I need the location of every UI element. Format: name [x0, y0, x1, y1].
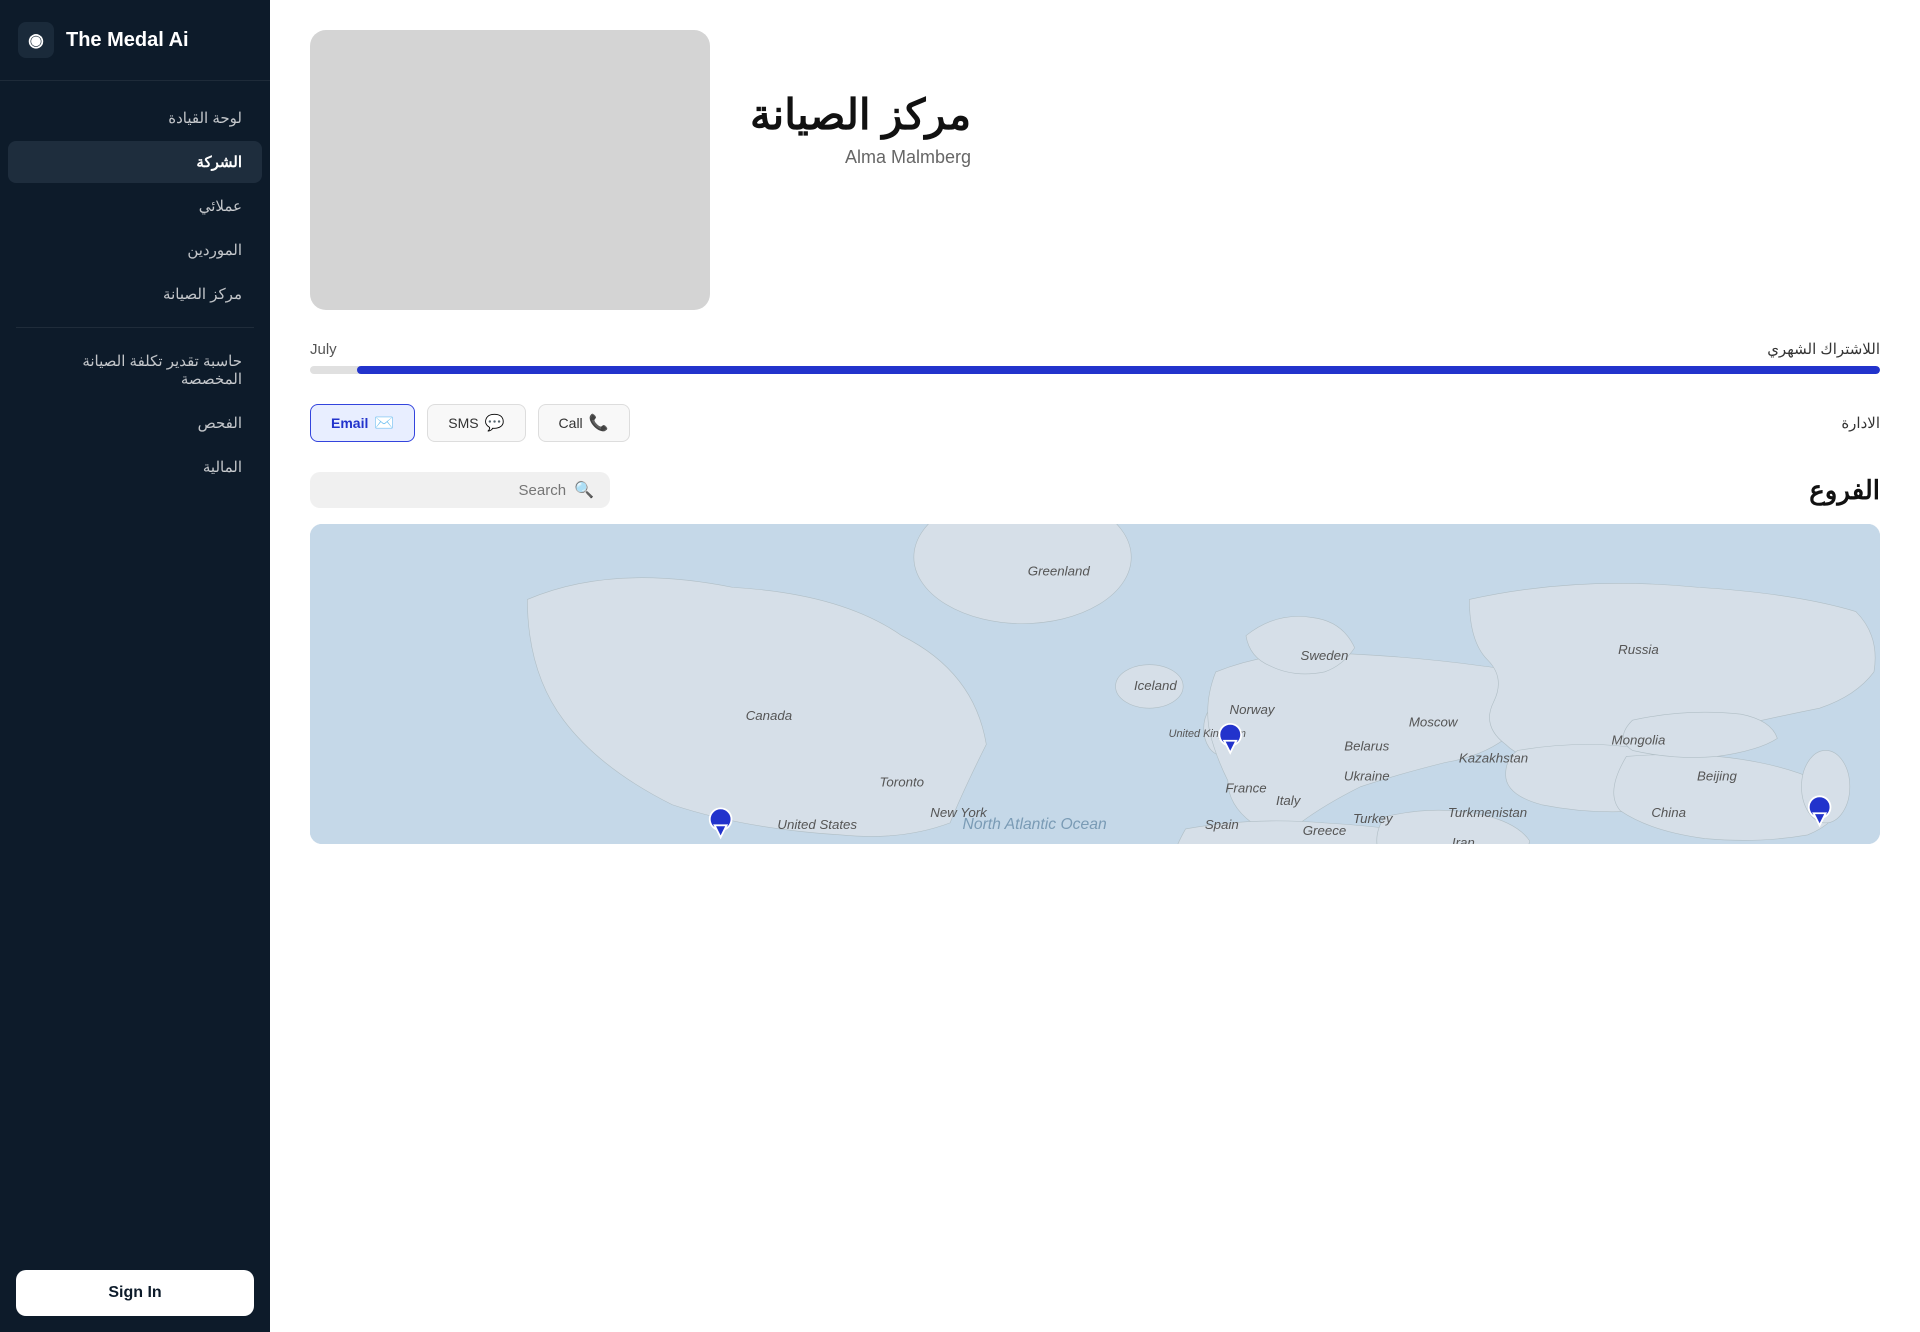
subscription-header: اللاشتراك الشهري July — [310, 340, 1880, 358]
sidebar-item-inspection[interactable]: الفحص — [8, 402, 262, 444]
search-icon: 🔍 — [574, 480, 594, 500]
sidebar: ◉ The Medal Ai لوحة القيادةالشركةعملائيا… — [0, 0, 270, 1332]
company-info: مركز الصيانة Alma Malmberg — [750, 30, 971, 168]
map-label: Iran — [1452, 835, 1475, 844]
subscription-section: اللاشتراك الشهري July — [270, 330, 1920, 394]
call-label: Call — [559, 415, 583, 431]
map-label: Greece — [1303, 823, 1347, 838]
map-label: Russia — [1618, 642, 1659, 657]
admin-actions: 📞 Call 💬 SMS ✉️ Email — [310, 404, 630, 442]
sidebar-item-company[interactable]: الشركة — [8, 141, 262, 183]
map-label: North Atlantic Ocean — [963, 816, 1107, 833]
map-label: Toronto — [880, 775, 925, 790]
search-container: 🔍 — [310, 472, 610, 508]
sidebar-item-calculator[interactable]: حاسبة تقدير تكلفة الصيانة المخصصة — [8, 340, 262, 400]
map-label: France — [1225, 781, 1266, 796]
branches-header: الفروع 🔍 — [310, 472, 1880, 508]
phone-icon: 📞 — [589, 413, 609, 433]
map-label: Kazakhstan — [1459, 751, 1528, 766]
sidebar-item-dashboard[interactable]: لوحة القيادة — [8, 97, 262, 139]
sidebar-header: ◉ The Medal Ai — [0, 0, 270, 81]
sidebar-item-suppliers[interactable]: الموردين — [8, 229, 262, 271]
map-label: Belarus — [1344, 738, 1389, 753]
map-label: Greenland — [1028, 563, 1091, 578]
sms-button[interactable]: 💬 SMS — [427, 404, 525, 442]
app-logo: ◉ — [18, 22, 54, 58]
map-label: Iceland — [1134, 678, 1177, 693]
map-label: Ukraine — [1344, 769, 1390, 784]
map-label: Moscow — [1409, 714, 1459, 729]
nav-divider — [16, 327, 254, 328]
subscription-label: اللاشتراك الشهري — [1767, 340, 1880, 358]
app-title: The Medal Ai — [66, 29, 189, 52]
map-label: Mongolia — [1612, 732, 1666, 747]
sms-label: SMS — [448, 415, 478, 431]
branches-section: الفروع 🔍 — [270, 462, 1920, 524]
sidebar-item-clients[interactable]: عملائي — [8, 185, 262, 227]
top-section: مركز الصيانة Alma Malmberg — [270, 0, 1920, 330]
sidebar-nav: لوحة القيادةالشركةعملائيالموردينمركز الص… — [0, 81, 270, 1254]
map-label: Turkey — [1353, 811, 1394, 826]
map-label: United States — [777, 817, 857, 832]
map-label: Beijing — [1697, 769, 1737, 784]
company-image — [310, 30, 710, 310]
map-label: Canada — [746, 708, 792, 723]
company-subtitle: Alma Malmberg — [750, 147, 971, 168]
subscription-month: July — [310, 341, 337, 358]
map-container: Greenland Iceland Sweden Norway Russia Canada… — [310, 524, 1880, 844]
map-label: Italy — [1276, 793, 1302, 808]
search-input[interactable] — [326, 482, 566, 499]
email-icon: ✉️ — [374, 413, 394, 433]
map-label: Turkmenistan — [1448, 805, 1527, 820]
map-label: Sweden — [1300, 648, 1348, 663]
map-label: Norway — [1230, 702, 1276, 717]
main-content: مركز الصيانة Alma Malmberg اللاشتراك الش… — [270, 0, 1920, 1332]
progress-bar-fill — [357, 366, 1880, 374]
admin-label: الادارة — [1841, 414, 1880, 432]
progress-bar-background — [310, 366, 1880, 374]
map-label: Iraq — [1404, 841, 1427, 844]
sms-icon: 💬 — [485, 413, 505, 433]
call-button[interactable]: 📞 Call — [538, 404, 630, 442]
sidebar-item-finance[interactable]: المالية — [8, 446, 262, 488]
signin-button[interactable]: Sign In — [16, 1270, 254, 1316]
sidebar-item-maintenance[interactable]: مركز الصيانة — [8, 273, 262, 315]
logo-icon: ◉ — [28, 30, 44, 51]
world-map: Greenland Iceland Sweden Norway Russia Canada… — [310, 524, 1880, 844]
admin-section: الادارة 📞 Call 💬 SMS ✉️ Email — [270, 394, 1920, 462]
branches-title: الفروع — [1809, 475, 1880, 506]
map-label: China — [1651, 805, 1686, 820]
map-label: Spain — [1205, 817, 1239, 832]
email-button[interactable]: ✉️ Email — [310, 404, 415, 442]
email-label: Email — [331, 415, 368, 431]
company-name: مركز الصيانة — [750, 90, 971, 139]
